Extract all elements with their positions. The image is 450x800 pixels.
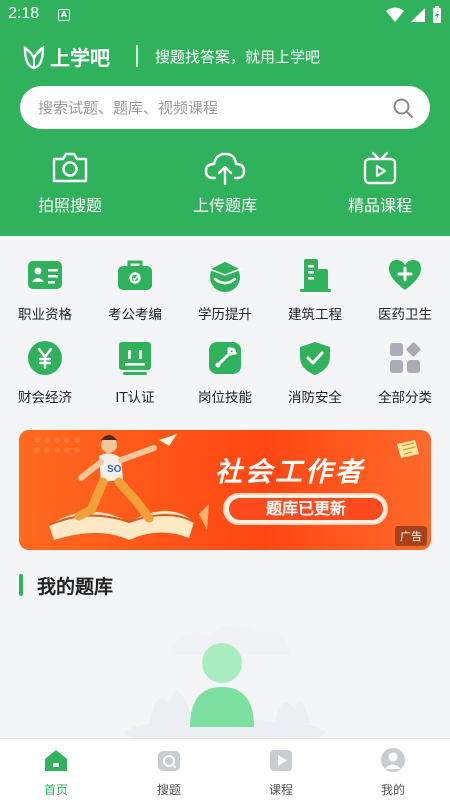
category-label: 消防安全 — [288, 390, 342, 406]
home-icon — [45, 750, 67, 771]
category-vocational[interactable]: 职业资格 — [0, 255, 90, 323]
category-label: 全部分类 — [378, 390, 432, 406]
tab-profile[interactable]: 我的 — [353, 747, 433, 798]
slogan: 搜题找答案，就用上学吧 — [155, 48, 321, 66]
brand-divider — [136, 45, 138, 67]
tab-label: 首页 — [43, 783, 68, 797]
cloud-upload-icon — [204, 152, 246, 186]
banner-illustration: SO — [34, 434, 209, 540]
category-label: 职业资格 — [18, 307, 72, 323]
bottom-tab-bar: 首页 搜题 课程 我的 — [0, 738, 450, 800]
user-icon — [381, 748, 405, 772]
tv-play-icon — [363, 151, 397, 185]
briefcase-icon — [118, 260, 152, 290]
premium-courses-label: 精品课程 — [347, 196, 412, 215]
search-icon[interactable] — [392, 97, 414, 119]
banner-title: 社会工作者 — [215, 457, 365, 488]
tab-home[interactable]: 首页 — [16, 747, 96, 798]
upload-bank-button[interactable]: 上传题库 — [155, 150, 295, 216]
camera-icon — [52, 152, 88, 183]
premium-courses-button[interactable]: 精品课程 — [310, 150, 450, 216]
category-label: 考公考编 — [108, 307, 162, 323]
tab-courses[interactable]: 课程 — [241, 747, 321, 798]
ad-banner[interactable]: SO 社会工作者 题库已更新 广告 — [19, 430, 431, 550]
category-label: 岗位技能 — [198, 390, 252, 406]
video-icon — [270, 750, 292, 771]
category-label: IT认证 — [115, 390, 155, 406]
wrench-icon — [209, 342, 241, 374]
category-label: 财会经济 — [18, 390, 72, 406]
monitor-icon — [119, 342, 151, 375]
leaf-book-icon — [23, 45, 45, 69]
building-icon — [300, 259, 331, 292]
tab-label: 我的 — [380, 783, 405, 797]
tab-label: 搜题 — [156, 783, 181, 797]
tab-search[interactable]: 搜题 — [129, 747, 209, 798]
empty-user-icon — [125, 624, 325, 747]
paper-icon — [397, 440, 419, 458]
search-camera-icon — [158, 751, 180, 771]
search-placeholder: 搜索试题、题库、视频课程 — [38, 99, 219, 117]
category-label: 医药卫生 — [378, 307, 432, 323]
category-it-cert[interactable]: IT认证 — [90, 338, 180, 406]
signal-icon — [411, 8, 425, 22]
category-all[interactable]: 全部分类 — [360, 338, 450, 406]
status-bar: 2:18 A — [0, 0, 450, 30]
category-construction[interactable]: 建筑工程 — [270, 255, 360, 323]
ad-tag: 广告 — [395, 526, 427, 546]
section-accent-bar — [19, 574, 23, 596]
wifi-icon — [386, 7, 404, 22]
medical-heart-icon — [389, 260, 421, 290]
header: 2:18 A 上学吧 搜题找答案，就用上学吧 搜索试题、题库、视频课程 拍照搜题… — [0, 0, 450, 236]
category-finance[interactable]: 财会经济 — [0, 338, 90, 406]
upload-bank-label: 上传题库 — [192, 196, 257, 215]
category-education[interactable]: 学历提升 — [180, 255, 270, 323]
category-label: 学历提升 — [198, 307, 252, 323]
section-title: 我的题库 — [37, 576, 114, 598]
banner-subtitle: 题库已更新 — [229, 498, 383, 520]
graduation-cap-icon — [207, 260, 243, 292]
status-time: 2:18 — [8, 5, 40, 22]
tab-label: 课程 — [268, 783, 293, 797]
photo-search-label: 拍照搜题 — [37, 196, 102, 215]
id-card-icon — [28, 261, 62, 289]
brand-logo: 上学吧 — [22, 42, 110, 71]
empty-state-illustration — [110, 615, 340, 747]
yen-coin-icon — [28, 341, 62, 375]
shirt-text: SO — [107, 464, 122, 475]
banner-subtitle-pill: 题库已更新 — [223, 493, 388, 525]
search-input[interactable]: 搜索试题、题库、视频课程 — [20, 86, 430, 129]
category-job-skills[interactable]: 岗位技能 — [180, 338, 270, 406]
brand-name: 上学吧 — [50, 48, 110, 70]
shield-check-icon — [300, 342, 330, 375]
category-label: 建筑工程 — [288, 307, 342, 323]
grid-diamond-icon — [390, 342, 421, 373]
category-fire-safety[interactable]: 消防安全 — [270, 338, 360, 406]
category-medical[interactable]: 医药卫生 — [360, 255, 450, 323]
notification-icon: A — [58, 9, 70, 21]
battery-icon — [433, 6, 441, 23]
category-civil-service[interactable]: 考公考编 — [90, 255, 180, 323]
photo-search-button[interactable]: 拍照搜题 — [0, 150, 140, 216]
status-icons — [386, 6, 442, 24]
